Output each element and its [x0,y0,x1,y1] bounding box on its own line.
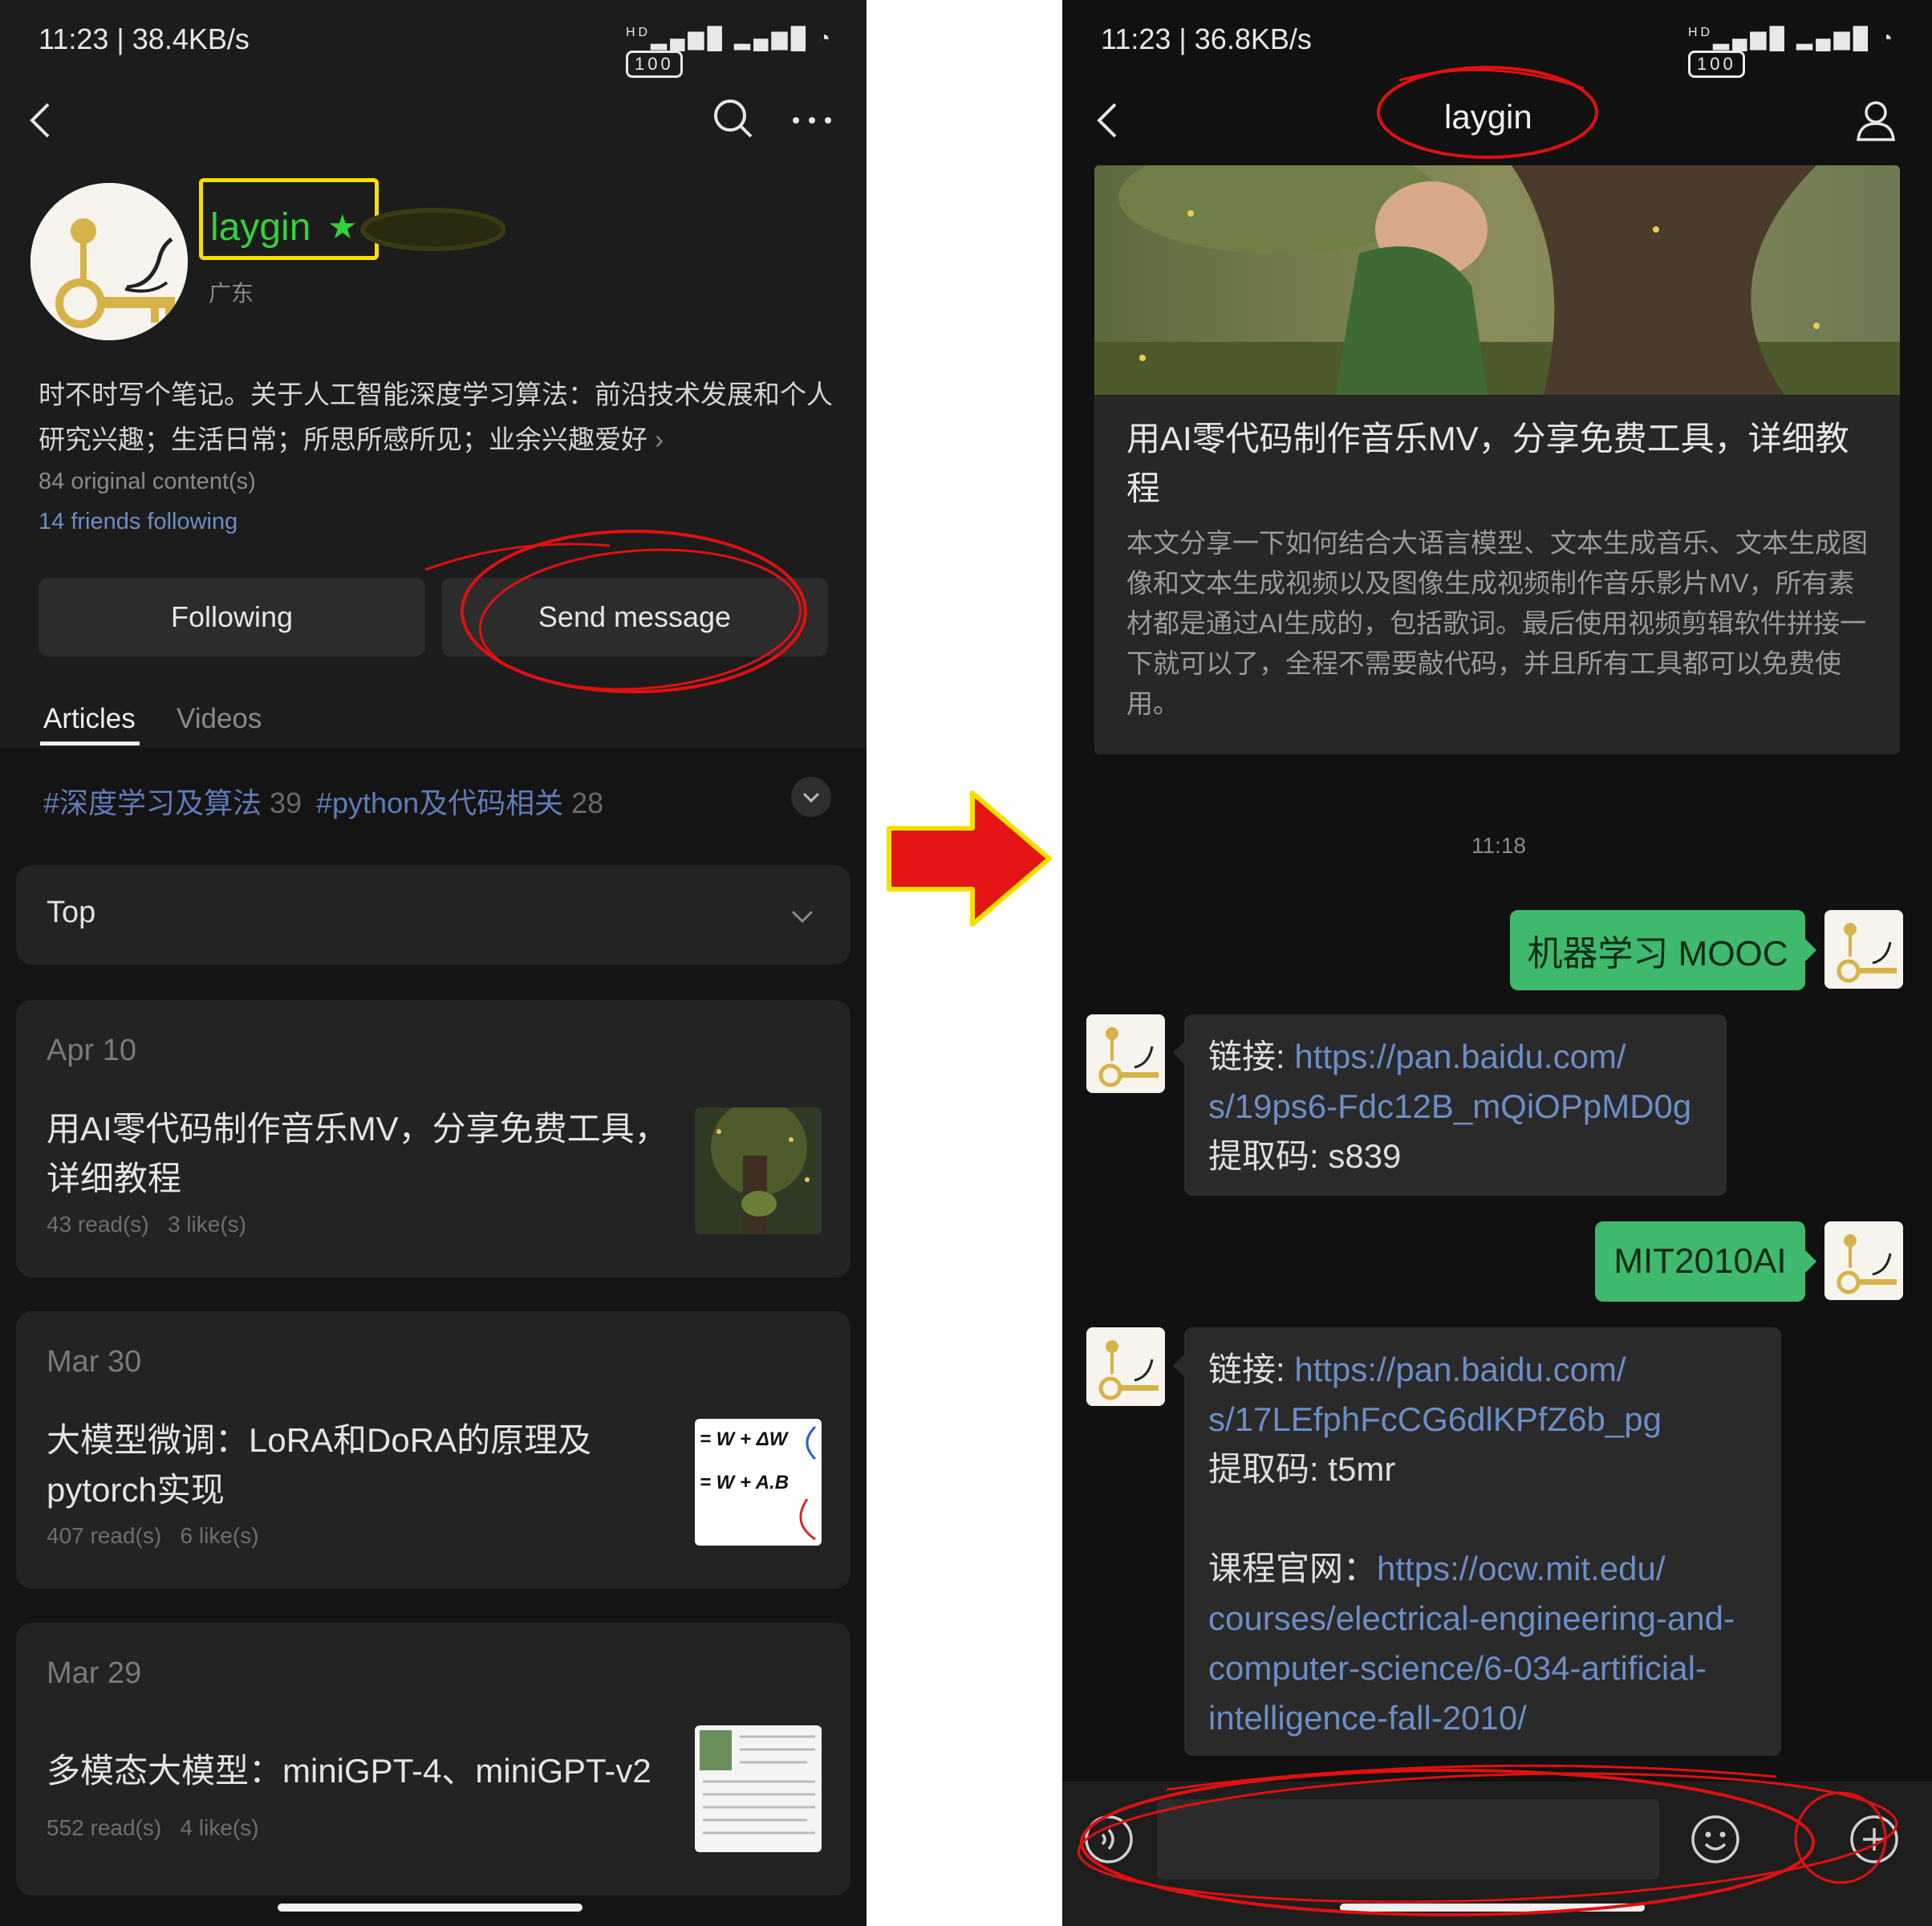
article-date: Mar 29 [47,1656,142,1690]
received-message-bubble[interactable]: 链接: https://pan.baidu.com/ s/17LEfphFcCG… [1184,1327,1781,1756]
chat-title: laygin [1444,98,1532,136]
search-icon[interactable] [709,95,757,143]
send-message-button[interactable]: Send message [441,578,828,656]
bubble-tail [1173,1042,1184,1064]
sent-message-bubble[interactable]: MIT2010AI [1595,1221,1805,1302]
bubble-tail [1805,1250,1816,1273]
more-dots-icon[interactable] [789,104,838,136]
article-card[interactable]: Mar 30 大模型微调：LoRA和DoRA的原理及pytorch实现 407 … [16,1311,850,1589]
article-date: Apr 10 [47,1034,136,1067]
chevron-down-icon [786,900,818,937]
profile-screen: 11:23 | 38.4KB/s HD▂▄▆█ ▂▄▆█ ◔ 100 laygi… [0,0,867,1926]
following-button[interactable]: Following [39,578,425,656]
status-icons: HD▂▄▆█ ▂▄▆█ ◔ 100 [626,26,867,78]
right-arrow-icon [883,786,1059,935]
article-thumbnail: = W + ΔW = W + A.B [695,1419,822,1546]
status-icons: HD▂▄▆█ ▂▄▆█ ◔ 100 [1688,26,1932,78]
signal-bars-icon: ▂▄▆█ ▂▄▆█ [651,26,809,50]
message-link[interactable]: intelligence-fall-2010/ [1208,1693,1757,1743]
voice-icon[interactable] [1083,1814,1134,1869]
article-title: 多模态大模型：miniGPT-4、miniGPT-v2 [47,1752,651,1790]
received-message-bubble[interactable]: 链接: https://pan.baidu.com/ s/19ps6-Fdc12… [1184,1014,1727,1196]
chevron-down-icon[interactable] [791,777,831,817]
article-meta: 407 read(s) 6 like(s) [47,1523,259,1548]
signal-icon: HD [626,26,651,39]
article-card[interactable]: Apr 10 用AI零代码制作音乐MV，分享免费工具，详细教程 43 read(… [16,1000,850,1278]
sent-message-bubble[interactable]: 机器学习 MOOC [1510,910,1805,990]
status-time: 11:23 | 38.4KB/s [39,22,250,55]
article-summary: 本文分享一下如何结合大语言模型、文本生成音乐、文本生成图像和文本生成视频以及图像… [1126,528,1868,718]
status-time: 11:23 | 36.8KB/s [1101,22,1312,55]
message-link[interactable]: computer-science/6-034-artificial- [1208,1644,1757,1693]
article-title: 用AI零代码制作音乐MV，分享免费工具，详细教程 [47,1110,668,1197]
article-thumbnail [695,1725,822,1852]
bubble-tail [1805,939,1816,961]
bubble-tail [1173,1355,1184,1377]
home-indicator [278,1904,582,1912]
article-thumbnail [695,1107,822,1234]
chevron-left-icon[interactable] [1091,98,1123,143]
link-label: 链接: [1208,1351,1295,1388]
battery-icon: 100 [626,51,683,78]
wifi-icon: ◔ [818,26,834,50]
emoji-icon[interactable] [1690,1814,1741,1869]
chat-screen: 11:23 | 36.8KB/s HD▂▄▆█ ▂▄▆█ ◔ 100 laygi… [1062,0,1932,1926]
original-content-count: 84 original content(s) [39,469,256,494]
shared-article-card[interactable]: 用AI零代码制作音乐MV，分享免费工具，详细教程 本文分享一下如何结合大语言模型… [1094,165,1900,754]
site-label: 课程官网： [1208,1550,1378,1587]
link-label: 链接: [1208,1038,1295,1075]
friends-following-link[interactable]: 14 friends following [39,509,237,535]
signal-bars-icon: ▂▄▆█ ▂▄▆█ [1713,26,1871,50]
star-icon: ★ [327,208,358,246]
tab-articles[interactable]: Articles [43,703,136,735]
article-cover-image [1094,165,1900,395]
profile-name: laygin [210,206,311,249]
message-link[interactable]: courses/electrical-engineering-and- [1208,1594,1757,1644]
article-card[interactable]: Mar 29 多模态大模型：miniGPT-4、miniGPT-v2 552 r… [16,1623,850,1896]
message-link[interactable]: https://pan.baidu.com/ [1294,1351,1626,1388]
chevron-right-icon: › [647,425,664,454]
avatar[interactable] [1086,1327,1165,1406]
message-link[interactable]: https://ocw.mit.edu/ [1377,1550,1666,1587]
home-indicator [1340,1904,1645,1912]
article-title: 用AI零代码制作音乐MV，分享免费工具，详细教程 [1126,420,1849,507]
person-icon[interactable] [1852,96,1900,144]
tag-python[interactable]: #python及代码相关 28 [316,780,603,822]
plus-icon[interactable] [1849,1814,1900,1869]
extraction-code: 提取码: t5mr [1208,1450,1396,1488]
article-meta: 552 read(s) 4 like(s) [47,1815,259,1840]
message-link[interactable]: https://pan.baidu.com/ [1294,1038,1626,1075]
wifi-icon: ◔ [1880,26,1896,50]
article-meta: 43 read(s) 3 like(s) [47,1212,246,1237]
sort-dropdown[interactable]: Top [16,865,850,965]
message-link[interactable]: s/19ps6-Fdc12B_mQiOPpMD0g [1208,1082,1703,1132]
article-date: Mar 30 [47,1345,142,1379]
avatar[interactable] [1824,1221,1903,1300]
battery-icon: 100 [1688,51,1745,78]
sort-label: Top [47,896,96,929]
message-link[interactable]: s/17LEfphFcCG6dlKPfZ6b_pg [1208,1395,1757,1444]
avatar[interactable] [1824,910,1903,989]
profile-location: 广东 [209,281,254,306]
tab-videos[interactable]: Videos [177,703,262,735]
article-title: 大模型微调：LoRA和DoRA的原理及pytorch实现 [47,1421,592,1509]
message-timestamp: 11:18 [1471,833,1526,858]
message-input[interactable] [1157,1799,1659,1879]
avatar[interactable] [1086,1014,1165,1093]
profile-bio[interactable]: 时不时写个笔记。关于人工智能深度学习算法：前沿技术发展和个人研究兴趣；生活日常；… [39,372,833,462]
tab-active-indicator [40,742,140,746]
chevron-left-icon[interactable] [24,98,56,143]
signal-icon: HD [1688,26,1714,39]
input-bar [1062,1782,1932,1926]
avatar[interactable] [30,183,188,340]
tag-deep-learning[interactable]: #深度学习及算法 39 [43,780,302,822]
extraction-code: 提取码: s839 [1208,1137,1402,1175]
